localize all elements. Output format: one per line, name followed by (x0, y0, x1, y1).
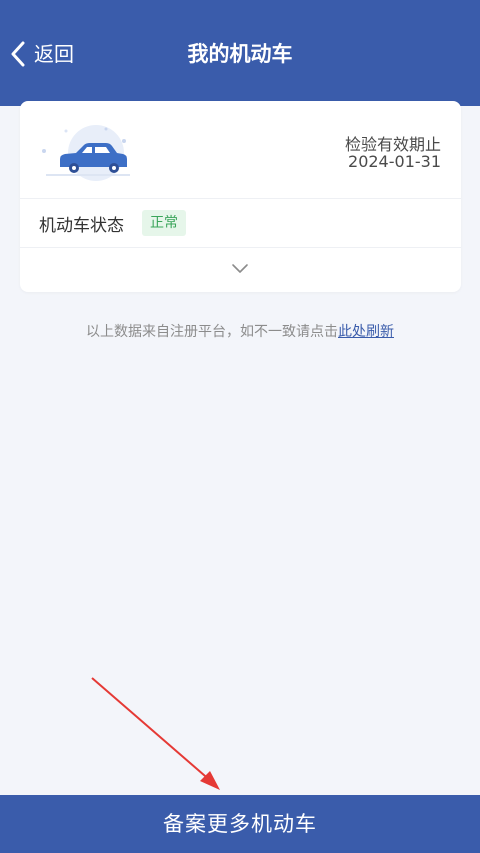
register-more-vehicles-button[interactable]: 备案更多机动车 (0, 795, 480, 853)
card-divider (20, 198, 461, 199)
vehicle-status-label: 机动车状态 (39, 216, 124, 236)
status-badge: 正常 (142, 210, 186, 236)
nav-bar: 返回 我的机动车 (0, 0, 480, 106)
refresh-link[interactable]: 此处刷新 (338, 324, 394, 340)
data-source-note: 以上数据来自注册平台，如不一致请点击此处刷新 (0, 321, 480, 341)
data-source-text: 以上数据来自注册平台，如不一致请点击 (86, 324, 338, 340)
page-title: 我的机动车 (187, 42, 293, 66)
card-divider (20, 247, 461, 248)
expand-button[interactable] (226, 259, 254, 279)
inspection-expiry-date: 2024-01-31 (348, 152, 441, 171)
chevron-down-icon (226, 264, 254, 283)
vehicle-card: 检验有效期止 2024-01-31 机动车状态 正常 (20, 101, 461, 292)
car-icon (36, 117, 136, 187)
